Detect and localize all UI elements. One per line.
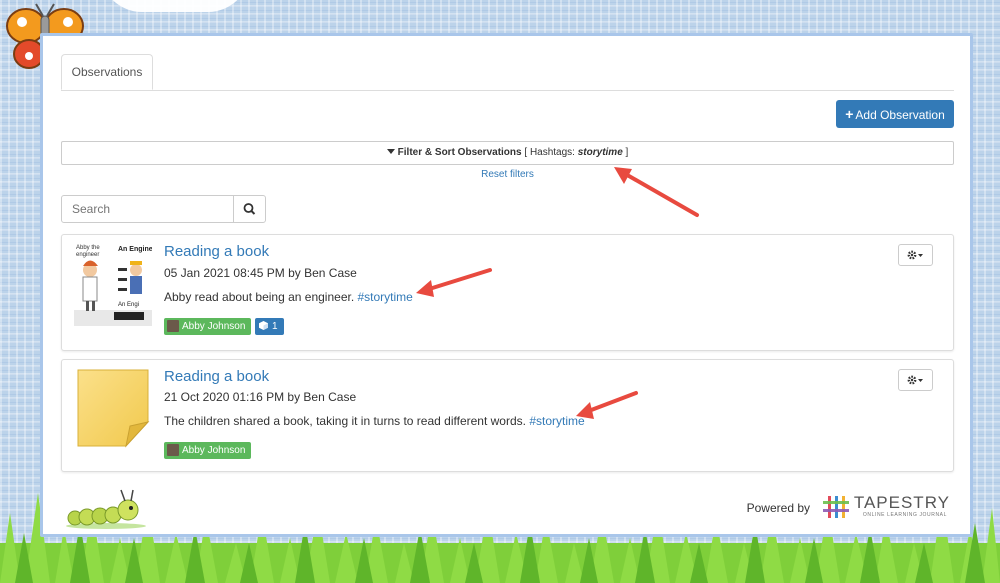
tapestry-tagline: ONLINE LEARNING JOURNAL <box>862 512 947 518</box>
gear-icon <box>907 250 923 260</box>
child-name: Abby Johnson <box>182 321 246 332</box>
powered-by: Powered by TAPESTRY ONLINE LEARNING JOUR… <box>700 493 950 523</box>
observation-settings-button[interactable] <box>898 369 933 391</box>
tapestry-logo-icon <box>823 496 849 518</box>
add-observation-button[interactable]: + Add Observation <box>836 100 954 128</box>
observation-card[interactable]: Reading a book 21 Oct 2020 01:16 PM by B… <box>61 359 954 472</box>
child-badge[interactable]: Abby Johnson <box>164 318 252 335</box>
child-name: Abby Johnson <box>182 445 246 456</box>
observation-title[interactable]: Reading a book <box>164 368 269 385</box>
reset-filters-link[interactable]: Reset filters <box>61 169 954 180</box>
observation-settings-button[interactable] <box>898 244 933 266</box>
observation-text-body: The children shared a book, taking it in… <box>164 414 526 428</box>
search-button[interactable] <box>233 195 266 223</box>
svg-text:An Engine: An Engine <box>118 246 152 253</box>
media-cube-icon <box>259 321 268 330</box>
search-input[interactable] <box>61 195 234 223</box>
annotation-arrow <box>614 167 699 217</box>
observation-text-body: Abby read about being an engineer. <box>164 290 355 304</box>
cloud-decoration <box>100 0 250 12</box>
observation-meta: 05 Jan 2021 08:45 PM by Ben Case <box>164 266 357 280</box>
child-badge[interactable]: Abby Johnson <box>164 442 252 459</box>
hashtags-prefix: Hashtags: <box>529 147 575 158</box>
filter-close-bracket: ] <box>625 147 629 158</box>
svg-text:Abby the: Abby the <box>76 245 100 251</box>
hashtag-filter-value: storytime <box>577 147 623 158</box>
filter-sort-label: Filter & Sort Observations <box>397 147 522 158</box>
filter-sort-bar[interactable]: Filter & Sort Observations [ Hashtags: s… <box>61 141 954 165</box>
observation-thumbnail[interactable]: Abby the engineer An Engine An Engi <box>74 240 152 326</box>
annotation-arrow <box>416 268 492 297</box>
observation-title[interactable]: Reading a book <box>164 243 269 260</box>
observation-text: The children shared a book, taking it in… <box>164 414 585 428</box>
observations-panel: Observations + Add Observation Filter & S… <box>40 33 973 537</box>
observation-meta: 21 Oct 2020 01:16 PM by Ben Case <box>164 390 357 404</box>
search-group <box>61 195 266 223</box>
tapestry-brand: TAPESTRY <box>853 493 950 512</box>
search-icon <box>243 203 256 215</box>
media-count-badge[interactable]: 1 <box>255 318 284 335</box>
observation-text: Abby read about being an engineer. #stor… <box>164 290 413 304</box>
caterpillar-decoration <box>66 489 146 529</box>
child-avatar <box>167 320 179 332</box>
tab-bar: Observations <box>61 54 954 91</box>
svg-text:An Engi: An Engi <box>118 302 139 308</box>
annotation-arrow <box>576 391 638 419</box>
hashtag-link[interactable]: #storytime <box>358 290 413 304</box>
media-count: 1 <box>272 321 278 332</box>
filter-open-bracket: [ <box>524 147 528 158</box>
filter-icon <box>386 148 395 154</box>
tab-observations[interactable]: Observations <box>61 54 153 90</box>
add-observation-label: Add Observation <box>855 108 945 122</box>
gear-icon <box>907 375 923 385</box>
observation-card[interactable]: Abby the engineer An Engine An Engi Read… <box>61 234 954 351</box>
plus-icon: + <box>845 106 854 122</box>
sticky-note-thumbnail[interactable] <box>74 366 152 452</box>
powered-by-text: Powered by <box>746 501 810 515</box>
svg-text:engineer: engineer <box>76 252 99 258</box>
child-avatar <box>167 444 179 456</box>
